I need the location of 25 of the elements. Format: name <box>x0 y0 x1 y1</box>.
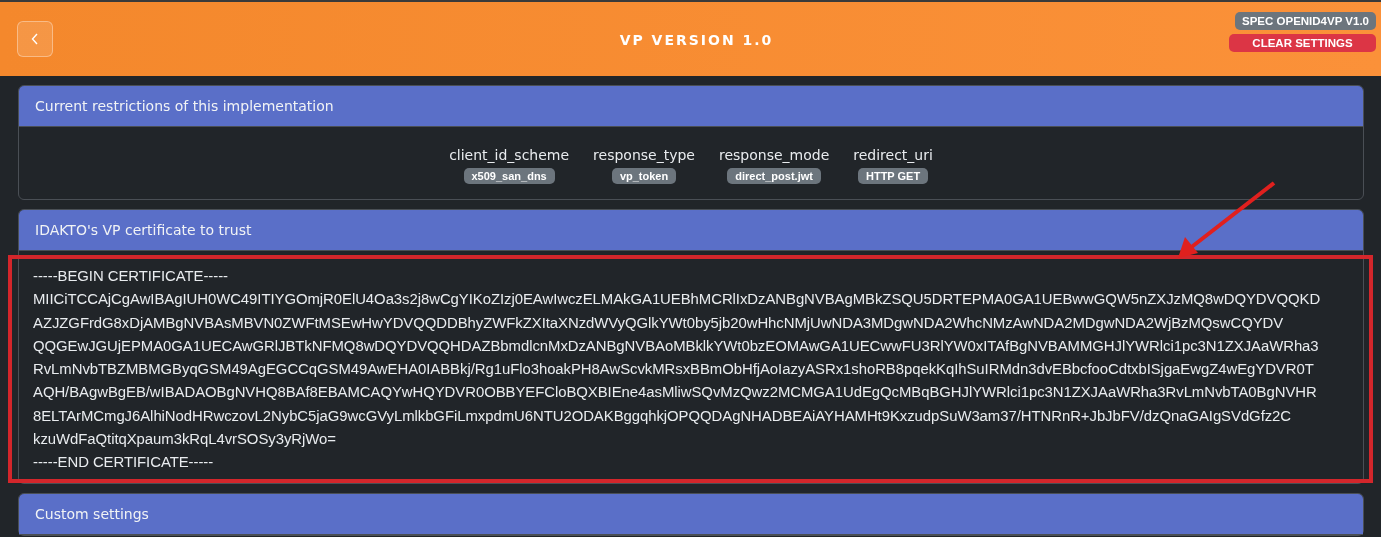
parameter-value: vp_token <box>611 168 677 184</box>
parameter-label: response_mode <box>718 147 830 163</box>
card-header: IDAKTO's VP certificate to trust <box>19 210 1363 251</box>
certificate-line: AQH/BAgwBgEB/wIBADAOBgNVHQ8BAf8EBAMCAQYwHQYDVR0OBBYEFCloBQXBIEne4asMliwSQvMzQwz2MCMGA1UdEgQcMBqBGHJlYWRlci1pc3N1ZXJAaWRha3RvLmNvbTA0BgNVHR <box>33 383 1318 403</box>
chevron-left-icon <box>31 33 39 45</box>
certificate-line: MIICiTCCAjCgAwIBAgIUH0WC49ITIYGOmjR0ElU4Oa3s2j8wCgYIKoZIzj0EAwIwczELMAkGA1UEBhMCRlIxDzANBgNVBAgMBkZSQU5DRTEPMA0GA1UEBwwGQW5nZXJzMQ8wDQYDVQQKD <box>33 290 1322 310</box>
parameter-value: direct_post.jwt <box>727 168 821 184</box>
certificate-line: kzuWdFaQtitqXpaum3kRqL4vrSOSy3yRjWo= <box>33 430 337 450</box>
certificate-line: QQGEwJGUjEPMA0GA1UECAwGRlJBTkNFMQ8wDQYDVQQHDAZBbmdlcnMxDzANBgNVBAoMBklkYWt0bzEOMAwGA1UECwwFU3RlYW0xITAfBgNVBAMMGHJlYWRlci1pc3N1ZXJAaWRha3 <box>33 336 1320 356</box>
page-title: VP VERSION 1.0 <box>618 31 775 48</box>
certificate-line: RvLmNvbTBZMBMGByqGSM49AgEGCCqGSM49AwEHA0IABBkj/Rg1uFlo3hoakPH8AwScvkMRsxBBmObHfjAoIazyASRx1shoRB8pqekKqIhSuIRMdn3dvEBbcfooCdtxbISjgaEwgZ4wEgYDVR0T <box>33 360 1315 380</box>
parameter-label: response_type <box>593 147 695 163</box>
parameter-label: client_id_scheme <box>449 147 570 163</box>
back-button[interactable] <box>17 21 53 57</box>
certificate-line: -----END CERTIFICATE----- <box>33 453 215 473</box>
parameter-value: HTTP GET <box>857 168 929 184</box>
card-header: Current restrictions of this implementation <box>19 86 1363 127</box>
parameter-value: x509_san_dns <box>463 168 555 184</box>
certificate-line: -----BEGIN CERTIFICATE----- <box>33 267 229 286</box>
card-header[interactable]: Custom settings <box>19 493 1363 535</box>
certificate-line: AZJZGFrdG8xDjAMBgNVBAsMBVN0ZWFtMSEwHwYDVQQDDBhyZWFkZXItaXNzdWVyQGlkYWt0by5jb20wHhcNMjUwNDA3MDgwNDA2WhcNMzAwNDA2MDgwNDA2WjBzMQswCQYDV <box>33 313 1285 333</box>
clear-settings-button[interactable]: CLEAR SETTINGS <box>1229 34 1376 52</box>
parameter-label: redirect_uri <box>853 147 933 163</box>
version-label: SPEC OPENID4VP V1.0 <box>1235 12 1376 30</box>
certificate-line: 8ELTArMCmgJ6AlhiNodHRwczovL2NybC5jaG9wcGVyLmlkbGFiLmxpdmU6NTU2ODAKBggqhkjOPQQDAgNHADBEAiAYHAMHt9KxzudpSuW3am37/HTNRnR+JbJbFV/dzQnaGAIgSVdGfz2C <box>33 406 1293 426</box>
